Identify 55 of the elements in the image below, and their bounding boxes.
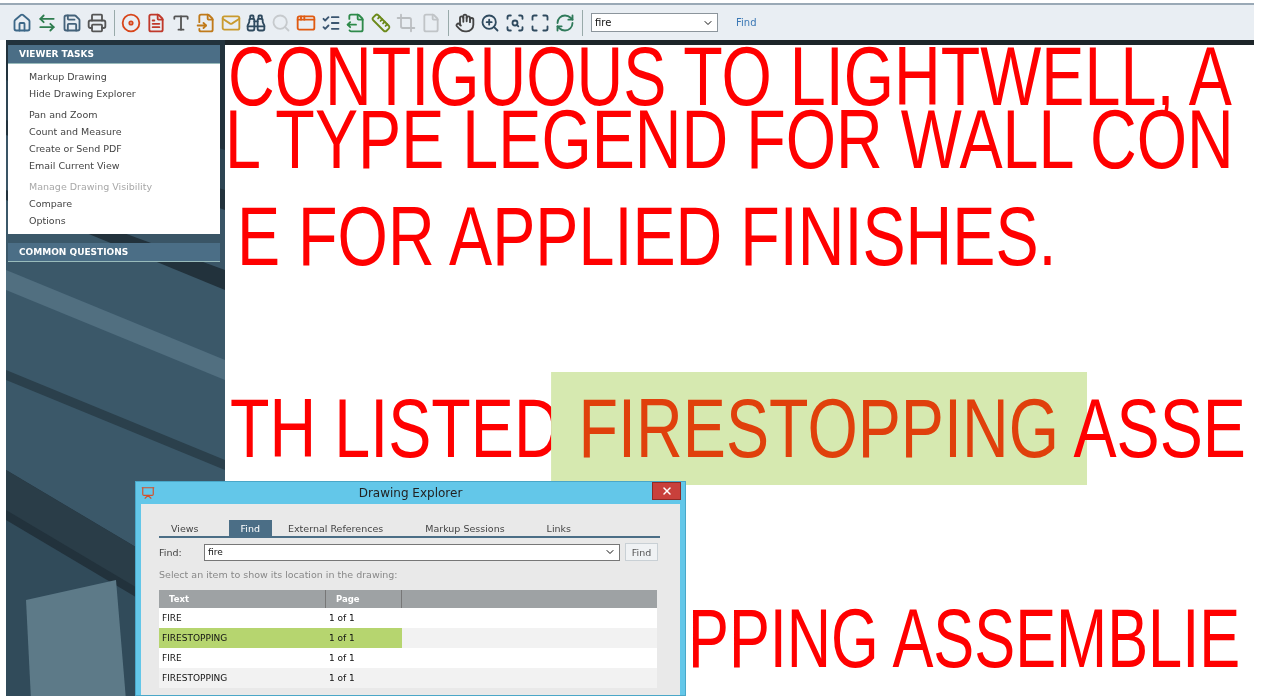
save-icon [62,12,82,33]
panel-header[interactable]: VIEWER TASKS [8,45,220,64]
drawing-text: E FOR APPLIED FINISHES. [237,205,1057,268]
find-field[interactable]: fire [204,543,620,561]
envelope-icon [221,12,241,33]
table-cell-text: FIRESTOPPING [161,672,229,685]
result-row[interactable]: FIRESTOPPING 1 of 1 [159,668,657,688]
table-cell-text: 1 of 1 [328,672,356,685]
text-icon [171,12,191,33]
dialog-title: Drawing Explorer [358,486,463,500]
page-icon [421,12,441,33]
search-field[interactable]: fire [591,13,718,32]
search-icon [271,12,291,33]
dialog-tab[interactable]: External References [275,520,396,536]
hint-text: Select an item to show its location in the drawing: [159,569,399,580]
task-link[interactable]: Count and Measure [29,125,122,139]
drawing-text: PPING ASSEMBLIE [688,607,1241,670]
dialog-tab[interactable]: Markup Sessions [413,520,517,536]
task-link[interactable]: Pan and Zoom [29,108,98,122]
result-row[interactable]: FIRE 1 of 1 [159,608,657,628]
zoom-refresh-icon [555,12,575,33]
task-link[interactable]: Options [29,214,66,228]
task-link[interactable]: Create or Send PDF [29,142,122,156]
find-button[interactable]: Find [625,543,658,561]
table-cell: 1 of 1 [326,628,402,648]
hand-icon [455,12,475,33]
binoculars-icon [246,12,266,33]
table-cell: FIRESTOPPING [159,628,326,648]
zoom-window-icon [505,12,525,33]
find-label: Find: [159,546,183,558]
task-link[interactable]: Hide Drawing Explorer [29,87,136,101]
dialog-tab[interactable]: Find [228,520,272,536]
result-row[interactable]: FIRE 1 of 1 [159,648,657,668]
table-cell-text: 1 of 1 [328,652,356,665]
window-icon [296,12,316,33]
table-cell-text: FIRE [161,612,183,625]
result-row[interactable]: FIRESTOPPING 1 of 1 [159,628,657,648]
dialog-tab[interactable]: Links [534,520,583,536]
close-button[interactable] [652,482,681,500]
close-icon [660,485,673,497]
zoom-in-icon [480,12,500,33]
table-cell-text: FIRE [161,652,183,665]
task-link[interactable]: Markup Drawing [29,70,107,84]
table-cell-text: 1 of 1 [328,612,356,625]
app-icon [141,486,155,500]
home-icon [12,12,32,33]
task-link[interactable]: Email Current View [29,159,120,173]
export-icon [346,12,366,33]
find-link[interactable]: Find [736,17,757,28]
task-link[interactable]: Compare [29,197,73,211]
print-icon [87,12,107,33]
dialog-tab[interactable]: Views [159,520,211,536]
crop-icon [396,12,416,33]
panel-header[interactable]: COMMON QUESTIONS [8,243,220,262]
drawing-text: L TYPE LEGEND FOR WALL CON [225,108,1234,171]
